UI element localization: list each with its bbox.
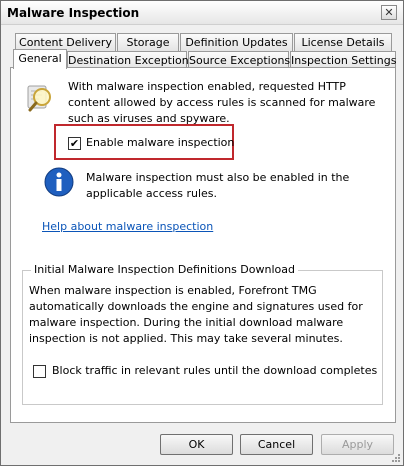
tab-definition-updates[interactable]: Definition Updates	[180, 33, 293, 51]
enable-malware-inspection-checkbox[interactable]: ✔	[68, 137, 81, 150]
tab-storage[interactable]: Storage	[117, 33, 179, 51]
dialog-window: Malware Inspection ✕ Content Delivery St…	[0, 0, 404, 466]
access-rules-note: Malware inspection must also be enabled …	[86, 171, 350, 200]
title-bar: Malware Inspection ✕	[1, 1, 403, 25]
info-icon	[44, 167, 74, 197]
block-traffic-label: Block traffic in relevant rules until th…	[52, 364, 378, 377]
initial-download-group: Initial Malware Inspection Definitions D…	[22, 263, 383, 405]
group-title: Initial Malware Inspection Definitions D…	[31, 263, 298, 276]
cancel-button[interactable]: Cancel	[240, 434, 313, 455]
download-description: When malware inspection is enabled, Fore…	[29, 284, 363, 345]
enable-malware-inspection-label: Enable malware inspection	[86, 136, 235, 149]
close-button[interactable]: ✕	[381, 5, 397, 20]
ok-button[interactable]: OK	[160, 434, 233, 455]
scan-magnifier-icon	[27, 85, 51, 112]
close-icon: ✕	[384, 6, 394, 19]
resize-grip-icon[interactable]	[391, 453, 401, 463]
tab-license-details[interactable]: License Details	[294, 33, 392, 51]
help-link[interactable]: Help about malware inspection	[42, 220, 213, 233]
intro-text: With malware inspection enabled, request…	[68, 80, 376, 125]
apply-button[interactable]: Apply	[321, 434, 394, 455]
general-tab-panel: With malware inspection enabled, request…	[10, 67, 396, 423]
block-traffic-checkbox[interactable]	[33, 365, 46, 378]
window-title: Malware Inspection	[7, 6, 140, 20]
tab-general[interactable]: General	[13, 49, 67, 69]
checkmark-icon: ✔	[69, 137, 80, 150]
